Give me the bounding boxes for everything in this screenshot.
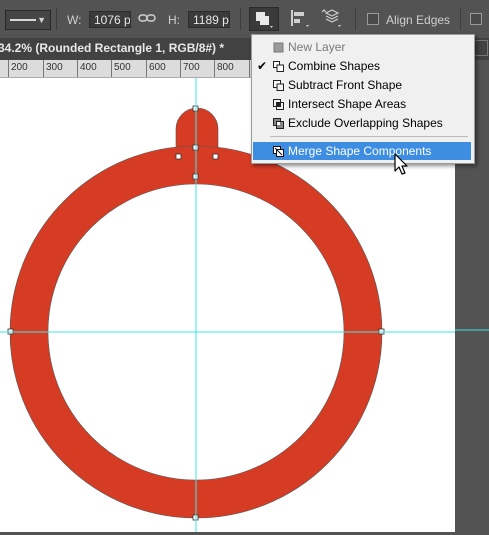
width-field[interactable]: 1076 p xyxy=(89,11,131,28)
ruler-label: 400 xyxy=(80,62,97,73)
ruler-label: 200 xyxy=(11,62,28,73)
path-alignment-button[interactable] xyxy=(286,7,316,31)
path-arrangement-button[interactable] xyxy=(318,7,348,31)
menu-separator xyxy=(270,136,468,137)
ruler-tick xyxy=(180,60,181,77)
combine-shapes-icon xyxy=(273,61,284,72)
path-arrangement-icon xyxy=(321,9,341,27)
ruler-tick xyxy=(8,60,9,77)
menu-item-label: Combine Shapes xyxy=(288,59,381,73)
menu-item-label: New Layer xyxy=(288,40,346,54)
divider xyxy=(240,8,241,30)
menu-item-label: Subtract Front Shape xyxy=(288,78,403,92)
ruler-label: 700 xyxy=(183,62,200,73)
path-operations-menu: New Layer ✔ Combine Shapes Subtract Fron… xyxy=(251,34,475,164)
ruler-tick xyxy=(43,60,44,77)
path-operations-icon xyxy=(256,12,273,28)
menu-item-label: Intersect Shape Areas xyxy=(288,97,407,111)
height-field[interactable]: 1189 p xyxy=(188,11,230,28)
link-dimensions-icon[interactable] xyxy=(138,10,156,26)
menu-item-subtract-front-shape[interactable]: Subtract Front Shape xyxy=(253,76,471,94)
subtract-front-shape-icon xyxy=(273,80,284,91)
align-edges-checkbox[interactable] xyxy=(367,13,379,25)
ruler-label: 600 xyxy=(149,62,166,73)
divider xyxy=(355,8,356,30)
ruler-label: 500 xyxy=(114,62,131,73)
menu-item-exclude-overlapping-shapes[interactable]: Exclude Overlapping Shapes xyxy=(253,114,471,132)
ruler-tick xyxy=(249,60,250,77)
ruler-label: 800 xyxy=(217,62,234,73)
divider xyxy=(460,8,461,30)
menu-item-label: Exclude Overlapping Shapes xyxy=(288,116,443,130)
menu-item-new-layer: New Layer xyxy=(253,38,471,56)
checkmark-icon: ✔ xyxy=(257,59,268,73)
mouse-pointer-icon xyxy=(394,153,408,175)
path-alignment-icon xyxy=(291,10,309,27)
stroke-line-icon xyxy=(10,19,36,21)
merge-shape-components-icon xyxy=(273,146,284,157)
ruler-tick xyxy=(77,60,78,77)
align-edges-label: Align Edges xyxy=(386,13,451,27)
divider xyxy=(56,8,57,30)
chevron-down-icon: ▼ xyxy=(37,15,46,25)
path-operations-button[interactable] xyxy=(249,7,279,31)
document-tab-title[interactable]: 34.2% (Rounded Rectangle 1, RGB/8#) * xyxy=(0,41,224,55)
menu-item-combine-shapes[interactable]: ✔ Combine Shapes xyxy=(253,57,471,75)
menu-item-intersect-shape-areas[interactable]: Intersect Shape Areas xyxy=(253,95,471,113)
width-label: W: xyxy=(67,13,82,27)
intersect-shape-areas-icon xyxy=(273,99,284,110)
extra-option-checkbox[interactable] xyxy=(470,13,482,25)
new-layer-icon xyxy=(273,42,284,53)
ruler-tick xyxy=(111,60,112,77)
menu-item-merge-shape-components[interactable]: Merge Shape Components xyxy=(253,142,471,160)
height-label: H: xyxy=(168,13,180,27)
ruler-tick xyxy=(214,60,215,77)
stroke-type-dropdown[interactable]: ▼ xyxy=(5,10,51,30)
exclude-overlapping-shapes-icon xyxy=(273,118,284,129)
ruler-label: 300 xyxy=(46,62,63,73)
ruler-tick xyxy=(146,60,147,77)
